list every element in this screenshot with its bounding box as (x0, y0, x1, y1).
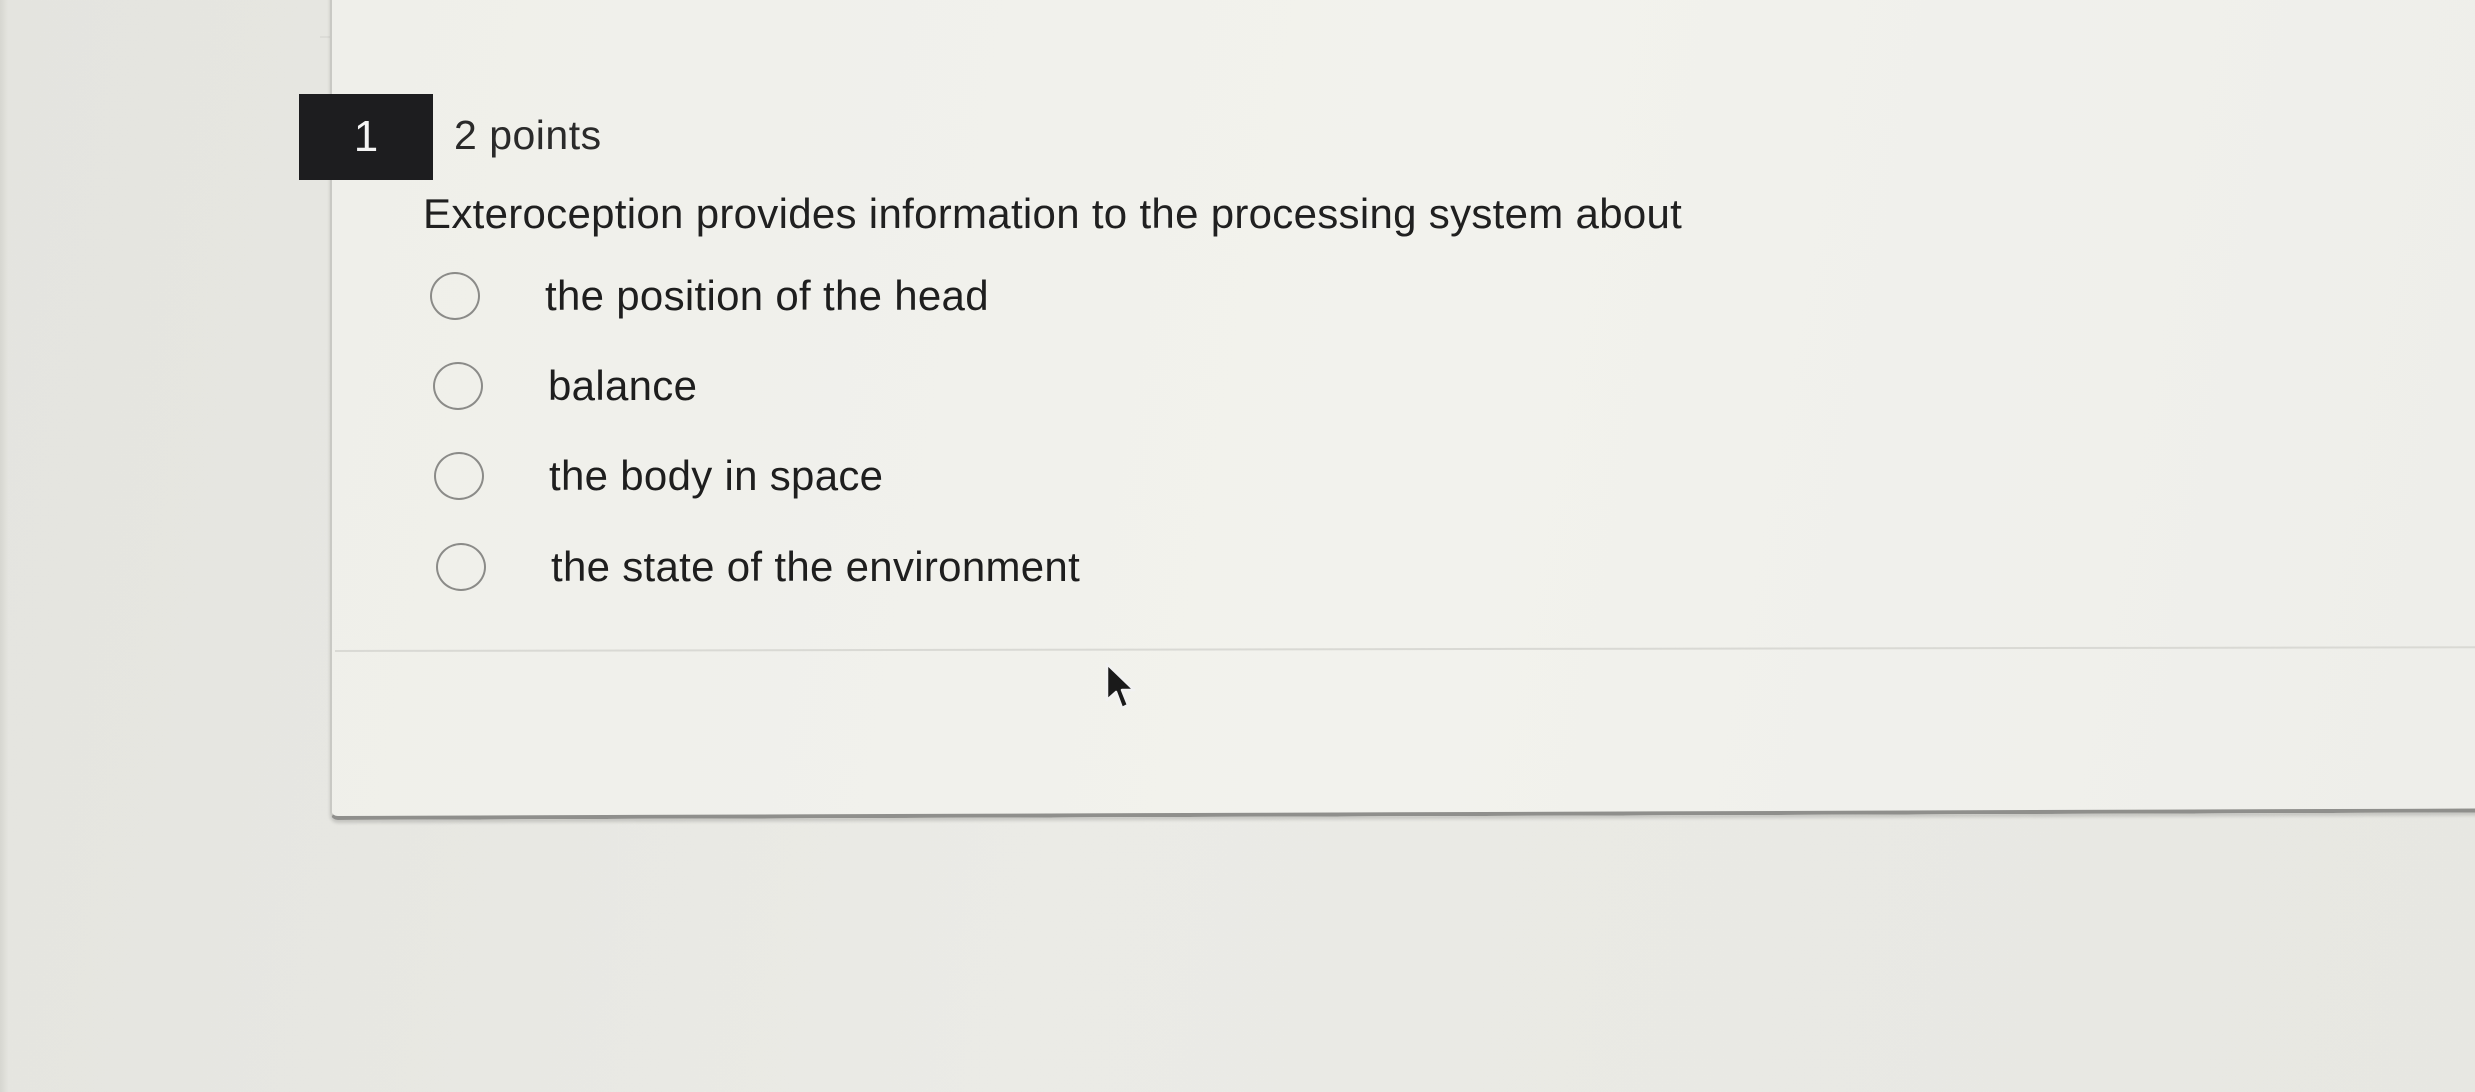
question-card (330, 0, 2475, 820)
question-text: Exteroception provides information to th… (423, 190, 1683, 237)
question-points: 2 points (454, 112, 602, 158)
answer-option-1[interactable]: the position of the head (430, 272, 989, 320)
radio-button[interactable] (430, 272, 480, 320)
mouse-pointer-arrow-icon (1105, 662, 1136, 710)
radio-button[interactable] (436, 543, 486, 591)
question-number-badge: 1 (299, 94, 433, 180)
radio-button[interactable] (433, 362, 483, 410)
page-edge (0, 0, 8, 1092)
answer-option-3[interactable]: the body in space (434, 452, 883, 500)
answer-option-2[interactable]: balance (433, 362, 697, 410)
answer-option-4[interactable]: the state of the environment (436, 543, 1080, 591)
radio-button[interactable] (434, 452, 484, 500)
answer-option-label[interactable]: the body in space (549, 452, 883, 500)
answer-option-label[interactable]: balance (548, 362, 697, 410)
answer-option-label[interactable]: the state of the environment (551, 543, 1080, 591)
answer-option-label[interactable]: the position of the head (545, 272, 989, 320)
